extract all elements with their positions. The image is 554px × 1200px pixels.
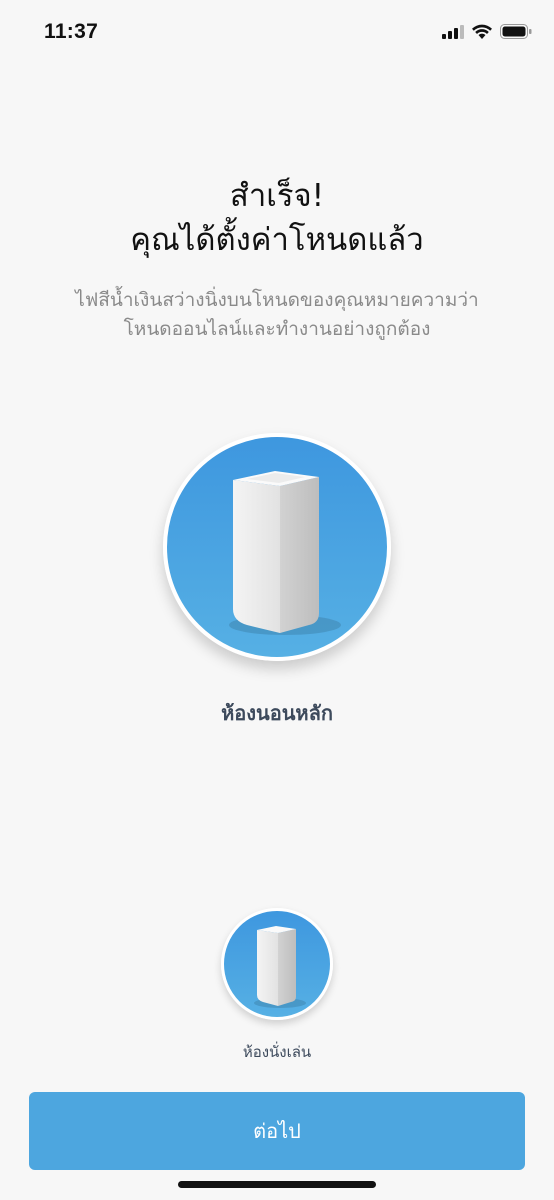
subtitle-line-1: ไฟสีน้ำเงินสว่างนิ่งบนโหนดของคุณหมายความ… xyxy=(75,289,479,311)
status-time: 11:37 xyxy=(44,20,99,43)
node-master-bedroom[interactable] xyxy=(163,433,391,661)
battery-icon xyxy=(500,24,532,43)
next-button[interactable]: ต่อไป xyxy=(29,1092,525,1170)
home-indicator[interactable] xyxy=(178,1181,376,1188)
node-label-master-bedroom: ห้องนอนหลัก xyxy=(221,701,333,725)
setup-success-screen: 11:37 สำเร็จ! คุณได้ตั้งค่าโหนดแล้ว ไฟสี… xyxy=(0,0,554,1200)
status-bar: 11:37 xyxy=(0,0,554,64)
status-icons xyxy=(442,24,532,43)
cellular-signal-icon xyxy=(442,24,464,43)
page-title: สำเร็จ! คุณได้ตั้งค่าโหนดแล้ว xyxy=(0,174,554,262)
node-living-room[interactable] xyxy=(221,908,333,1020)
title-line-1: สำเร็จ! xyxy=(229,178,325,214)
wifi-icon xyxy=(472,24,492,43)
next-button-label: ต่อไป xyxy=(253,1119,301,1143)
node-label-living-room: ห้องนั่งเล่น xyxy=(242,1043,312,1061)
page-subtitle: ไฟสีน้ำเงินสว่างนิ่งบนโหนดของคุณหมายความ… xyxy=(30,286,524,344)
title-line-2: คุณได้ตั้งค่าโหนดแล้ว xyxy=(130,222,424,258)
subtitle-line-2: โหนดออนไลน์และทำงานอย่างถูกต้อง xyxy=(123,318,431,340)
